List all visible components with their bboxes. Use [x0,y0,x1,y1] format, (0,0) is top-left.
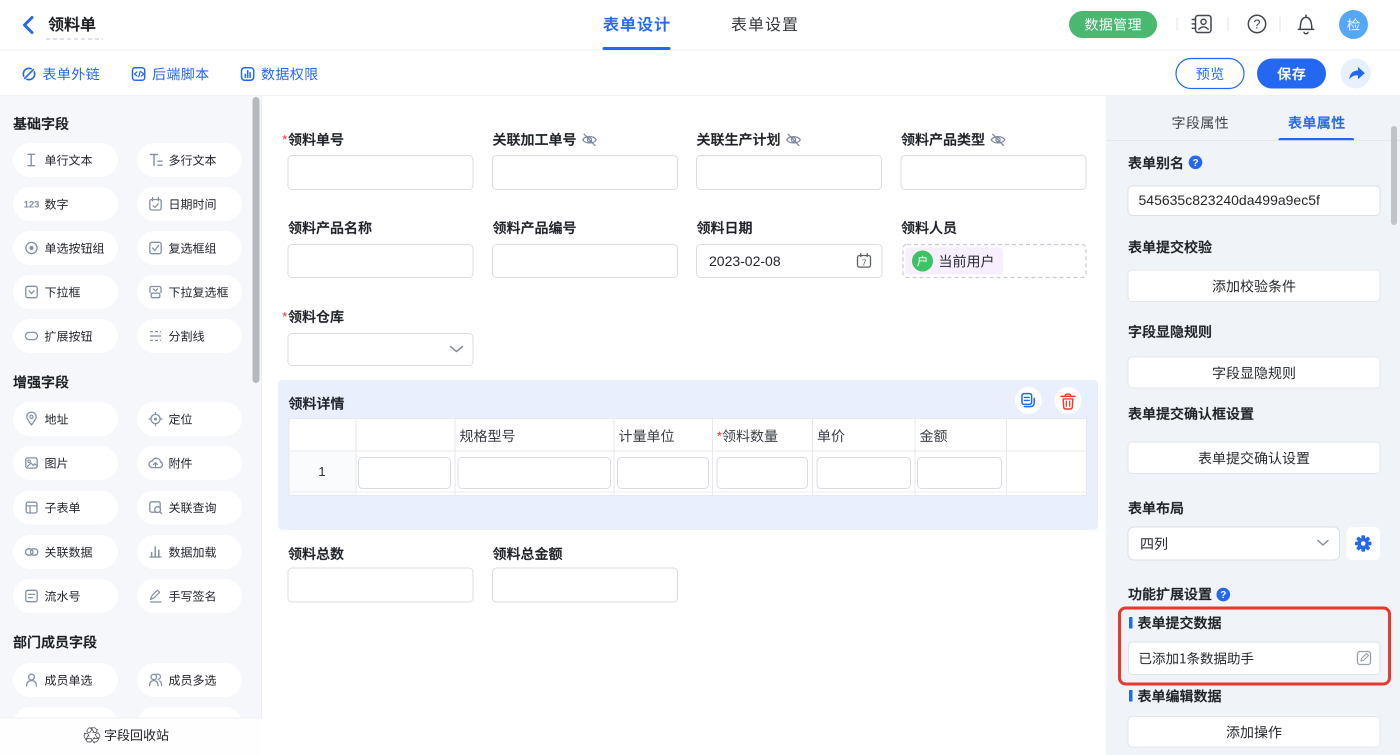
svg-text:?: ? [1192,158,1198,169]
svg-text:7: 7 [862,257,867,267]
svg-text:1: 1 [318,464,325,479]
svg-text:123: 123 [24,199,40,210]
svg-text:?: ? [1220,590,1226,601]
svg-text:545635c823240da499a9ec5f: 545635c823240da499a9ec5f [1139,192,1321,208]
svg-text:2023-02-08: 2023-02-08 [709,253,781,269]
svg-text:?: ? [1254,18,1261,32]
